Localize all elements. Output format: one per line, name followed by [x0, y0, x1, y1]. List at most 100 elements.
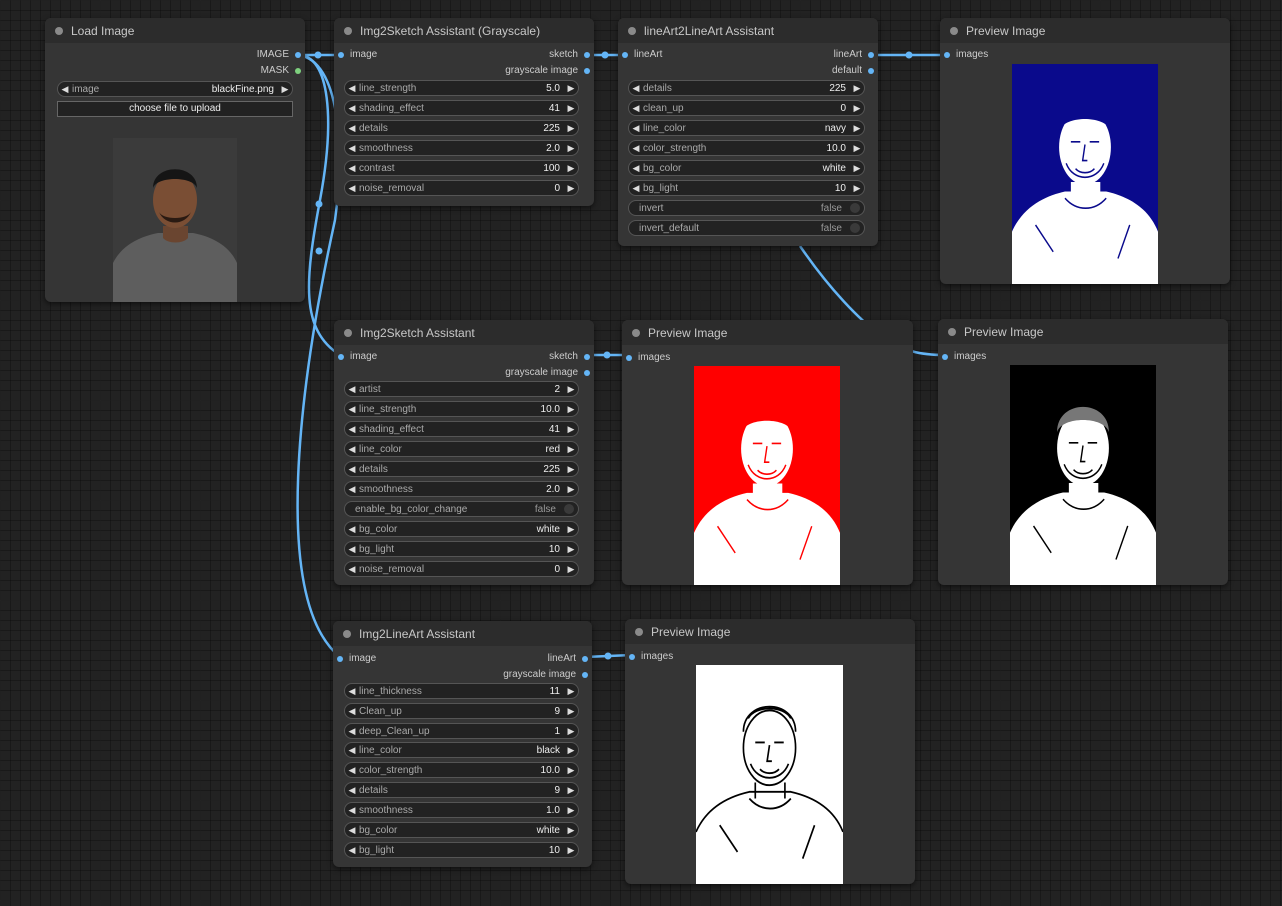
widget-bg-color[interactable]: ◀ bg_color white ▶ — [344, 521, 579, 537]
output-slot-image[interactable]: IMAGE — [257, 49, 301, 60]
arrow-right-icon[interactable]: ▶ — [564, 765, 578, 776]
collapse-dot-icon[interactable] — [344, 328, 352, 337]
input-slot-image[interactable]: image — [338, 49, 377, 60]
arrow-left-icon[interactable]: ◀ — [345, 143, 359, 154]
arrow-left-icon[interactable]: ◀ — [345, 524, 359, 535]
widget-smoothness[interactable]: ◀ smoothness 2.0 ▶ — [344, 140, 579, 156]
widget-details[interactable]: ◀ details 225 ▶ — [344, 120, 579, 136]
slot-dot-icon[interactable] — [584, 67, 590, 74]
arrow-right-icon[interactable]: ▶ — [564, 564, 578, 575]
arrow-left-icon[interactable]: ◀ — [629, 123, 643, 134]
arrow-right-icon[interactable]: ▶ — [564, 424, 578, 435]
widget-line-color[interactable]: ◀ line_color black ▶ — [344, 742, 579, 758]
arrow-right-icon[interactable]: ▶ — [564, 825, 578, 836]
widget-smoothness[interactable]: ◀ smoothness 2.0 ▶ — [344, 481, 579, 497]
image-combo-widget[interactable]: ◀ image blackFine.png ▶ — [57, 81, 293, 97]
widget-bg-light[interactable]: ◀ bg_light 10 ▶ — [344, 541, 579, 557]
arrow-left-icon[interactable]: ◀ — [345, 404, 359, 415]
arrow-right-icon[interactable]: ▶ — [564, 785, 578, 796]
toggle-indicator-icon[interactable] — [564, 504, 574, 514]
arrow-right-icon[interactable]: ▶ — [564, 805, 578, 816]
widget-shading-effect[interactable]: ◀ shading_effect 41 ▶ — [344, 421, 579, 437]
arrow-left-icon[interactable]: ◀ — [345, 444, 359, 455]
widget-artist[interactable]: ◀ artist 2 ▶ — [344, 381, 579, 397]
widget-deep-clean-up[interactable]: ◀ deep_Clean_up 1 ▶ — [344, 723, 579, 739]
widget-contrast[interactable]: ◀ contrast 100 ▶ — [344, 160, 579, 176]
input-slot-images[interactable]: images — [942, 351, 986, 362]
widget-line-thickness[interactable]: ◀ line_thickness 11 ▶ — [344, 683, 579, 699]
slot-dot-icon[interactable] — [582, 671, 588, 678]
output-slot-lineart[interactable]: lineArt — [548, 653, 588, 664]
input-slot-lineart[interactable]: lineArt — [622, 49, 662, 60]
node-title-bar[interactable]: Img2Sketch Assistant — [334, 320, 594, 345]
input-slot-images[interactable]: images — [629, 651, 673, 662]
output-slot-sketch[interactable]: sketch — [549, 351, 590, 362]
toggle-indicator-icon[interactable] — [850, 203, 860, 213]
arrow-left-icon[interactable]: ◀ — [345, 464, 359, 475]
node-title-bar[interactable]: Load Image — [45, 18, 305, 43]
node-title-bar[interactable]: Img2Sketch Assistant (Grayscale) — [334, 18, 594, 43]
toggle-indicator-icon[interactable] — [850, 223, 860, 233]
widget-bg-color[interactable]: ◀ bg_color white ▶ — [628, 160, 865, 176]
input-slot-images[interactable]: images — [944, 49, 988, 60]
arrow-right-icon[interactable]: ▶ — [850, 103, 864, 114]
arrow-right-icon[interactable]: ▶ — [564, 745, 578, 756]
node-load-image[interactable]: Load Image IMAGE MASK ◀ image blackFine.… — [45, 18, 305, 302]
slot-dot-icon[interactable] — [629, 653, 635, 660]
widget-line-strength[interactable]: ◀ line_strength 5.0 ▶ — [344, 80, 579, 96]
slot-dot-icon[interactable] — [338, 51, 344, 58]
arrow-right-icon[interactable]: ▶ — [850, 123, 864, 134]
arrow-right-icon[interactable]: ▶ — [564, 524, 578, 535]
arrow-left-icon[interactable]: ◀ — [629, 163, 643, 174]
widget-shading-effect[interactable]: ◀ shading_effect 41 ▶ — [344, 100, 579, 116]
output-slot-mask[interactable]: MASK — [261, 65, 301, 76]
node-title-bar[interactable]: Preview Image — [940, 18, 1230, 43]
widget-details[interactable]: ◀ details 9 ▶ — [344, 782, 579, 798]
node-title-bar[interactable]: Preview Image — [625, 619, 915, 644]
slot-dot-icon[interactable] — [622, 51, 628, 58]
output-slot-sketch[interactable]: sketch — [549, 49, 590, 60]
arrow-left-icon[interactable]: ◀ — [345, 765, 359, 776]
output-slot-grayscale[interactable]: grayscale image — [505, 367, 590, 378]
arrow-right-icon[interactable]: ▶ — [564, 706, 578, 717]
arrow-left-icon[interactable]: ◀ — [345, 686, 359, 697]
arrow-left-icon[interactable]: ◀ — [345, 726, 359, 737]
widget-noise-removal[interactable]: ◀ noise_removal 0 ▶ — [344, 561, 579, 577]
arrow-right-icon[interactable]: ▶ — [564, 464, 578, 475]
widget-clean-up[interactable]: ◀ Clean_up 9 ▶ — [344, 703, 579, 719]
arrow-left-icon[interactable]: ◀ — [345, 123, 359, 134]
toggle-invert-default[interactable]: invert_default false — [628, 220, 865, 236]
node-title-bar[interactable]: Img2LineArt Assistant — [333, 621, 592, 646]
widget-smoothness[interactable]: ◀ smoothness 1.0 ▶ — [344, 802, 579, 818]
slot-dot-icon[interactable] — [337, 655, 343, 662]
input-slot-image[interactable]: image — [338, 351, 377, 362]
slot-dot-icon[interactable] — [944, 51, 950, 58]
slot-dot-icon[interactable] — [868, 51, 874, 58]
node-preview-image-2[interactable]: Preview Image images — [622, 320, 913, 585]
collapse-dot-icon[interactable] — [948, 327, 956, 336]
widget-bg-light[interactable]: ◀ bg_light 10 ▶ — [344, 842, 579, 858]
arrow-left-icon[interactable]: ◀ — [345, 424, 359, 435]
arrow-right-icon[interactable]: ▶ — [564, 444, 578, 455]
widget-bg-light[interactable]: ◀ bg_light 10 ▶ — [628, 180, 865, 196]
slot-dot-icon[interactable] — [584, 51, 590, 58]
node-title-bar[interactable]: Preview Image — [622, 320, 913, 345]
toggle-enable-bg-color-change[interactable]: enable_bg_color_change false — [344, 501, 579, 517]
node-title-bar[interactable]: Preview Image — [938, 319, 1228, 344]
arrow-right-icon[interactable]: ▶ — [564, 726, 578, 737]
arrow-right-icon[interactable]: ▶ — [564, 83, 578, 94]
arrow-right-icon[interactable]: ▶ — [850, 143, 864, 154]
widget-details[interactable]: ◀ details 225 ▶ — [628, 80, 865, 96]
widget-color-strength[interactable]: ◀ color_strength 10.0 ▶ — [628, 140, 865, 156]
slot-dot-icon[interactable] — [295, 67, 301, 74]
arrow-left-icon[interactable]: ◀ — [345, 706, 359, 717]
arrow-left-icon[interactable]: ◀ — [345, 83, 359, 94]
collapse-dot-icon[interactable] — [344, 26, 352, 35]
slot-dot-icon[interactable] — [338, 353, 344, 360]
widget-clean-up[interactable]: ◀ clean_up 0 ▶ — [628, 100, 865, 116]
arrow-right-icon[interactable]: ▶ — [564, 384, 578, 395]
node-img2sketch[interactable]: Img2Sketch Assistant image sketch graysc… — [334, 320, 594, 585]
input-slot-images[interactable]: images — [626, 352, 670, 363]
collapse-dot-icon[interactable] — [632, 328, 640, 337]
arrow-left-icon[interactable]: ◀ — [345, 103, 359, 114]
